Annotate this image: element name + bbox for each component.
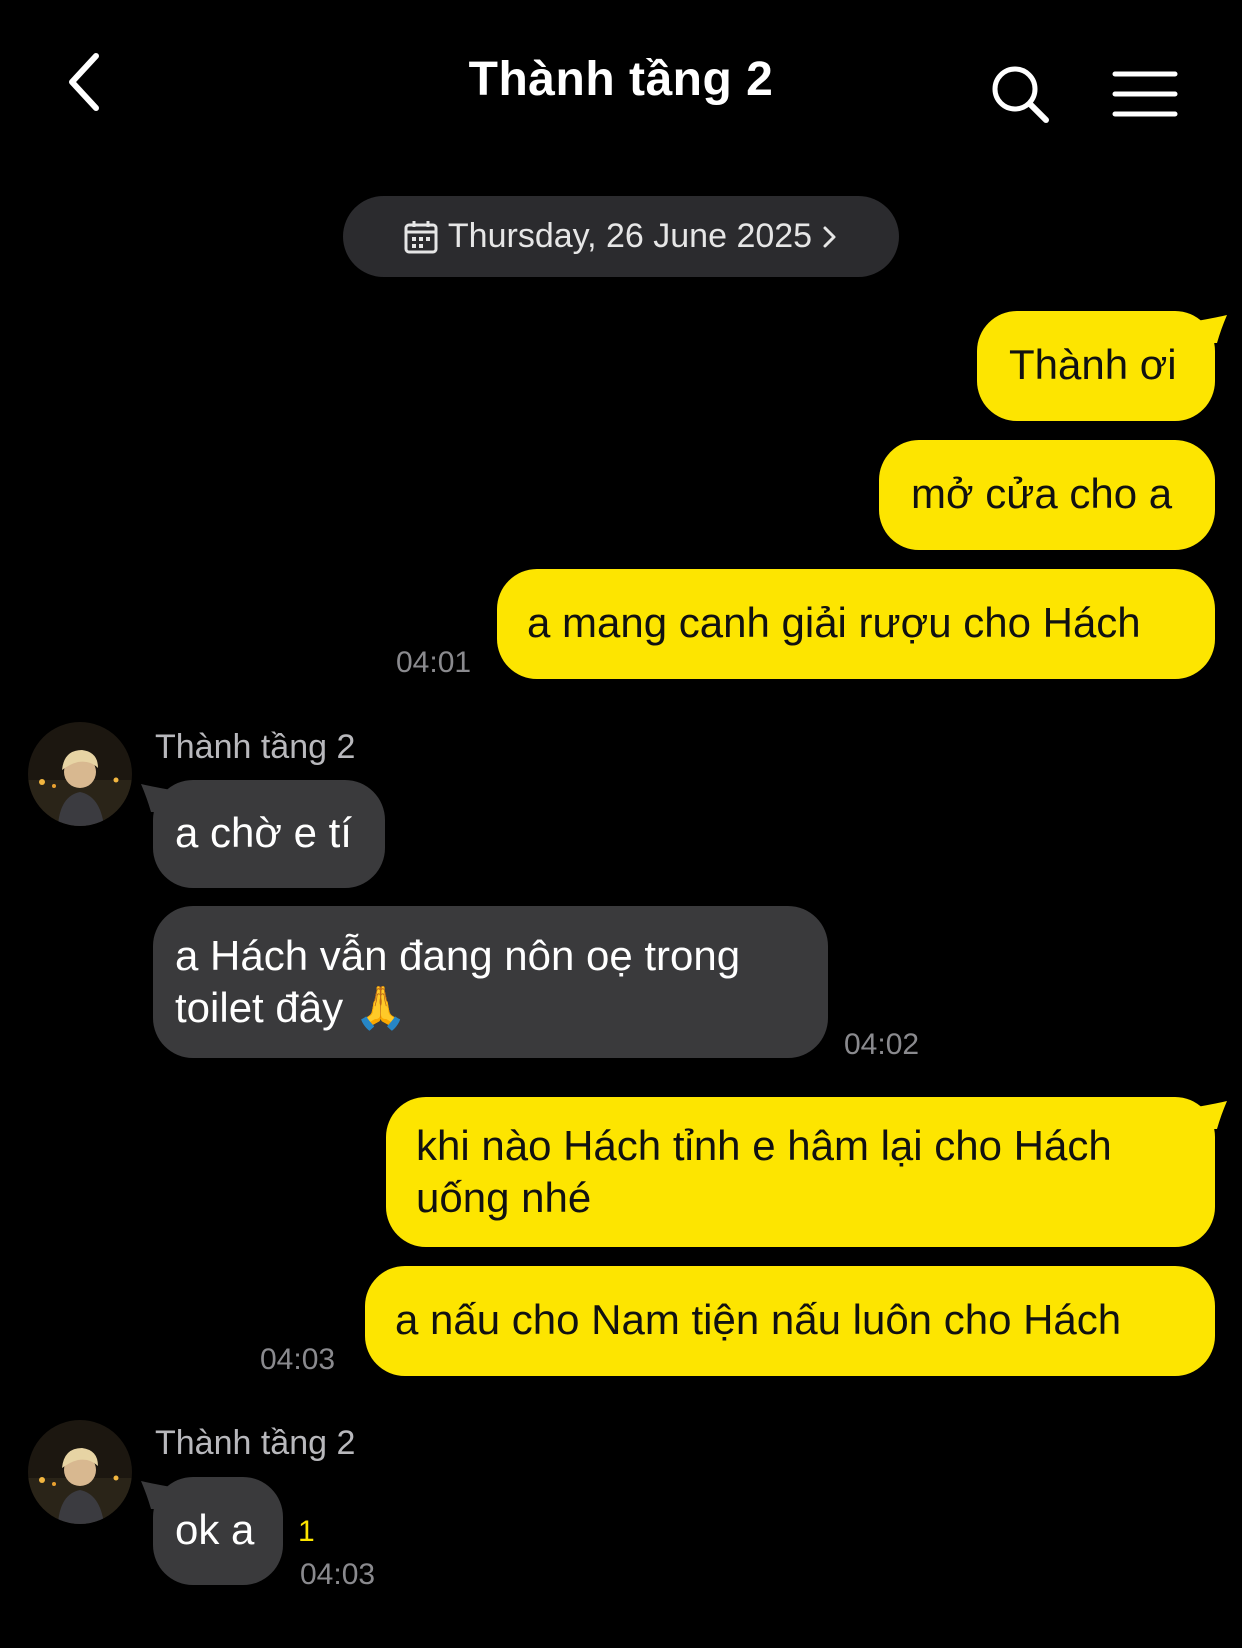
message-line: khi nào Hách tỉnh e hâm lại cho Hách [416,1122,1112,1169]
message-text: Thành ơi [1009,341,1177,388]
outgoing-message[interactable]: a mang canh giải rượu cho Hách [497,569,1215,679]
bubble-tail [1197,1101,1227,1129]
message-line: uống nhé [416,1174,592,1221]
search-icon [992,66,1049,123]
date-label: Thursday, 26 June 2025 [447,217,813,255]
message-text: mở cửa cho a [911,470,1173,517]
sender-name: Thành tầng 2 [155,1424,356,1462]
message-timestamp: 04:02 [844,1028,920,1061]
message-text: ok a [175,1506,255,1553]
calendar-icon [404,220,438,253]
outgoing-message[interactable]: Thành ơi [977,311,1227,421]
message-timestamp: 04:03 [260,1343,336,1376]
message-timestamp: 04:03 [300,1558,376,1591]
incoming-message[interactable]: a chờ e tí [141,780,385,888]
unread-count: 1 [298,1515,315,1548]
message-text: a mang canh giải rượu cho Hách [527,599,1141,646]
outgoing-message[interactable]: khi nào Hách tỉnh e hâm lại cho Hách uốn… [386,1097,1227,1247]
message-text: a chờ e tí [175,809,352,856]
search-button[interactable] [990,64,1052,126]
outgoing-message[interactable]: mở cửa cho a [879,440,1215,550]
bubble-tail [141,784,171,812]
incoming-message[interactable]: ok a [141,1477,283,1585]
hamburger-menu-icon [1112,71,1178,117]
message-text: a nấu cho Nam tiện nấu luôn cho Hách [395,1296,1122,1343]
avatar[interactable] [28,1420,132,1524]
message-line: a Hách vẫn đang nôn oẹ trong [175,932,741,979]
menu-button[interactable] [1112,70,1178,118]
chat-header: Thành tầng 2 [0,0,1242,170]
avatar-photo [28,1420,132,1524]
message-line: toilet đây 🙏 [175,984,408,1031]
bubble-tail [141,1481,171,1509]
chat-title: Thành tầng 2 [468,53,774,106]
avatar[interactable] [28,722,132,826]
outgoing-message[interactable]: a nấu cho Nam tiện nấu luôn cho Hách [365,1266,1215,1376]
chevron-right-icon [823,226,836,247]
bubble-tail [1197,315,1227,343]
avatar-photo [28,722,132,826]
incoming-message[interactable]: a Hách vẫn đang nôn oẹ trong toilet đây … [153,906,828,1058]
date-divider[interactable]: Thursday, 26 June 2025 [343,196,899,277]
message-timestamp: 04:01 [396,646,472,679]
sender-name: Thành tầng 2 [155,728,356,766]
